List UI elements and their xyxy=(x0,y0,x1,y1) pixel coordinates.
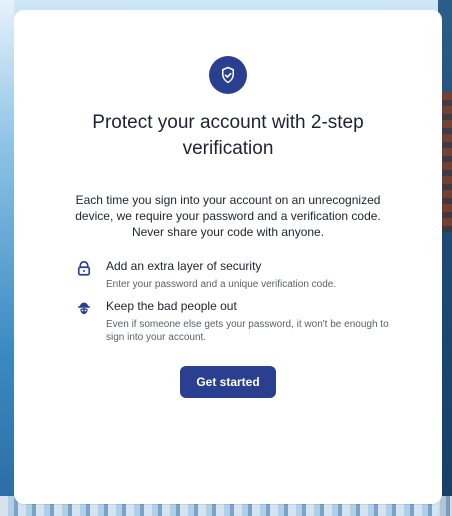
page-title: Protect your account with 2-step verific… xyxy=(92,112,364,159)
two-step-verification-card: Protect your account with 2-step verific… xyxy=(14,10,442,504)
benefit-heading: Add an extra layer of security xyxy=(106,259,262,273)
benefit-text: Enter your password and a unique verific… xyxy=(106,279,337,290)
benefit-heading: Keep the bad people out xyxy=(106,299,237,313)
lock-icon xyxy=(74,258,94,278)
background-left-scenery xyxy=(0,0,14,516)
benefit-text: Even if someone else gets your password,… xyxy=(106,319,389,343)
get-started-button[interactable]: Get started xyxy=(180,366,276,398)
description-text: Each time you sign into your account on … xyxy=(75,193,381,239)
shield-check-icon xyxy=(209,56,247,94)
spy-icon xyxy=(74,298,94,318)
